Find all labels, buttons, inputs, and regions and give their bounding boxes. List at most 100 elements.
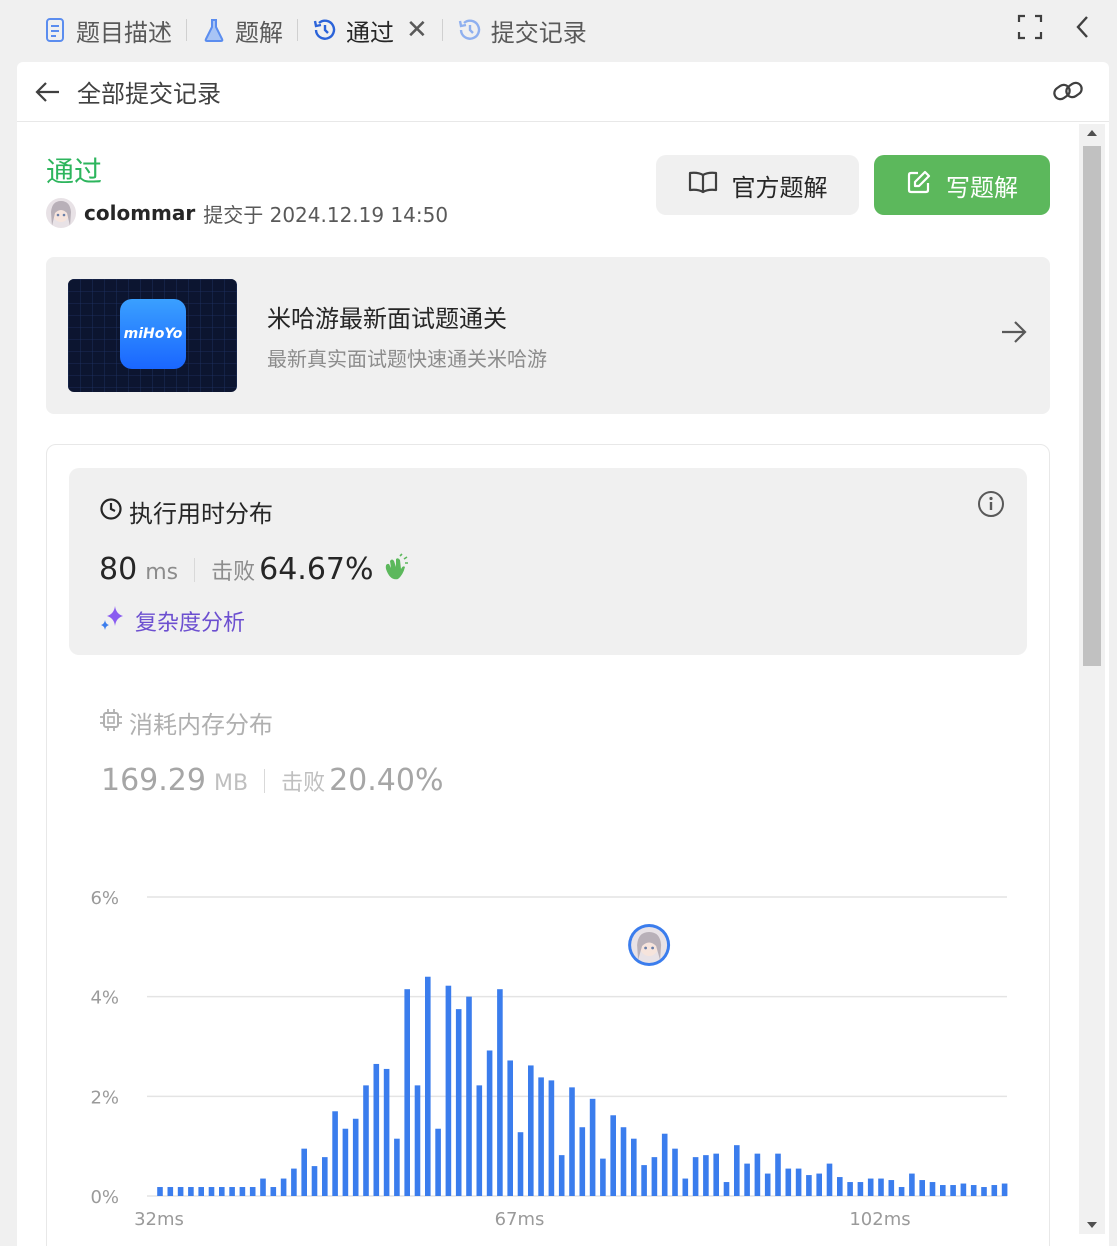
chart-bar[interactable] xyxy=(661,1133,668,1196)
subheader-title[interactable]: 全部提交记录 xyxy=(77,74,221,109)
promo-banner[interactable]: miHoYo 米哈游最新面试题通关 最新真实面试题快速通关米哈游 xyxy=(46,257,1050,414)
chart-bar[interactable] xyxy=(682,1178,689,1196)
chart-bar[interactable] xyxy=(754,1153,761,1196)
chart-bar[interactable] xyxy=(486,1050,493,1196)
chart-bar[interactable] xyxy=(898,1187,905,1196)
chart-bar[interactable] xyxy=(291,1168,297,1196)
chart-bar[interactable] xyxy=(239,1187,246,1196)
close-icon[interactable]: ✕ xyxy=(406,15,428,45)
chart-bar[interactable] xyxy=(414,1085,421,1196)
chart-bar[interactable] xyxy=(466,996,472,1196)
chart-bar[interactable] xyxy=(826,1163,833,1196)
chart-bar[interactable] xyxy=(1001,1183,1008,1196)
chart-bar[interactable] xyxy=(981,1187,987,1196)
chart-bar[interactable] xyxy=(445,985,452,1196)
scrollbar-thumb[interactable] xyxy=(1083,146,1101,666)
chart-bar[interactable] xyxy=(589,1098,596,1196)
chart-bar[interactable] xyxy=(970,1185,977,1196)
chart-bar[interactable] xyxy=(219,1187,225,1196)
chart-bar[interactable] xyxy=(806,1175,812,1196)
tab-submissions[interactable]: 提交记录 xyxy=(457,0,587,60)
chart-bar[interactable] xyxy=(775,1153,781,1196)
tab-accepted[interactable]: 通过 ✕ xyxy=(312,0,428,60)
chart-bar[interactable] xyxy=(795,1168,802,1196)
chart-bar[interactable] xyxy=(394,1138,400,1196)
user-position-avatar[interactable] xyxy=(628,924,671,966)
scrollbar[interactable] xyxy=(1079,124,1105,1234)
chart-bar[interactable] xyxy=(569,1087,575,1196)
chart-bar[interactable] xyxy=(703,1155,709,1196)
chart-bar[interactable] xyxy=(651,1157,658,1196)
avatar[interactable] xyxy=(46,198,76,228)
chart-bar[interactable] xyxy=(208,1187,215,1196)
chart-bar[interactable] xyxy=(641,1165,647,1196)
chart-bar[interactable] xyxy=(229,1187,235,1196)
chart-bar[interactable] xyxy=(734,1145,740,1196)
chart-bar[interactable] xyxy=(538,1077,544,1196)
chart-bar[interactable] xyxy=(198,1187,204,1196)
chart-bar[interactable] xyxy=(878,1178,884,1196)
chart-bar[interactable] xyxy=(991,1185,998,1196)
chart-bar[interactable] xyxy=(960,1183,967,1196)
tab-solutions[interactable]: 题解 xyxy=(201,0,283,60)
chart-bar[interactable] xyxy=(785,1168,792,1196)
tab-description[interactable]: 题目描述 xyxy=(42,0,172,60)
chart-bar[interactable] xyxy=(425,976,431,1196)
link-icon[interactable] xyxy=(1051,76,1085,112)
chart-bar[interactable] xyxy=(558,1155,565,1196)
chart-bar[interactable] xyxy=(352,1118,359,1196)
chart-bar[interactable] xyxy=(507,1060,513,1196)
chart-bar[interactable] xyxy=(692,1157,699,1196)
chart-bar[interactable] xyxy=(620,1127,627,1196)
chart-bar[interactable] xyxy=(919,1180,925,1196)
chart-bar[interactable] xyxy=(909,1173,915,1196)
scroll-up-arrow[interactable] xyxy=(1087,130,1097,136)
chart-bar[interactable] xyxy=(888,1180,895,1196)
chart-bar[interactable] xyxy=(610,1115,616,1196)
chart-bar[interactable] xyxy=(950,1185,956,1196)
chart-bar[interactable] xyxy=(311,1166,318,1196)
chart-bar[interactable] xyxy=(157,1187,163,1196)
chart-bar[interactable] xyxy=(631,1138,637,1196)
chart-bar[interactable] xyxy=(816,1173,822,1196)
chart-bar[interactable] xyxy=(188,1187,194,1196)
chart-bar[interactable] xyxy=(404,989,410,1196)
chart-bar[interactable] xyxy=(837,1177,843,1196)
chart-bar[interactable] xyxy=(301,1148,307,1196)
chart-bar[interactable] xyxy=(497,989,503,1196)
chart-bar[interactable] xyxy=(929,1182,936,1196)
username[interactable]: colommar xyxy=(84,201,195,225)
chart-bar[interactable] xyxy=(260,1178,266,1196)
chart-bar[interactable] xyxy=(342,1128,349,1196)
chart-bar[interactable] xyxy=(940,1185,946,1196)
chart-bar[interactable] xyxy=(455,1009,462,1196)
official-solution-button[interactable]: 官方题解 xyxy=(656,155,859,215)
chart-bar[interactable] xyxy=(383,1068,390,1196)
chart-bar[interactable] xyxy=(517,1132,524,1196)
chart-bar[interactable] xyxy=(270,1187,277,1196)
arrow-right-icon[interactable] xyxy=(1000,319,1028,349)
chart-bar[interactable] xyxy=(600,1158,606,1196)
back-arrow-icon[interactable] xyxy=(33,77,63,107)
chart-bar[interactable] xyxy=(363,1085,369,1196)
chart-bar[interactable] xyxy=(867,1178,874,1196)
chart-bar[interactable] xyxy=(857,1182,864,1196)
chart-bar[interactable] xyxy=(847,1182,853,1196)
scroll-down-arrow[interactable] xyxy=(1087,1222,1097,1228)
chart-bar[interactable] xyxy=(713,1153,719,1196)
chart-bar[interactable] xyxy=(476,1085,483,1196)
chart-bar[interactable] xyxy=(322,1157,328,1196)
chart-bar[interactable] xyxy=(723,1182,730,1196)
chart-bar[interactable] xyxy=(528,1065,534,1196)
chart-bar[interactable] xyxy=(280,1178,287,1196)
chart-bar[interactable] xyxy=(548,1080,555,1196)
chart-bar[interactable] xyxy=(249,1187,256,1196)
fullscreen-icon[interactable] xyxy=(1017,14,1043,44)
collapse-icon[interactable] xyxy=(1073,14,1093,44)
write-solution-button[interactable]: 写题解 xyxy=(874,155,1050,215)
chart-bar[interactable] xyxy=(744,1163,750,1196)
chart-bar[interactable] xyxy=(167,1187,174,1196)
chart-bar[interactable] xyxy=(177,1187,184,1196)
chart-bar[interactable] xyxy=(373,1063,380,1196)
chart-bar[interactable] xyxy=(332,1111,338,1196)
